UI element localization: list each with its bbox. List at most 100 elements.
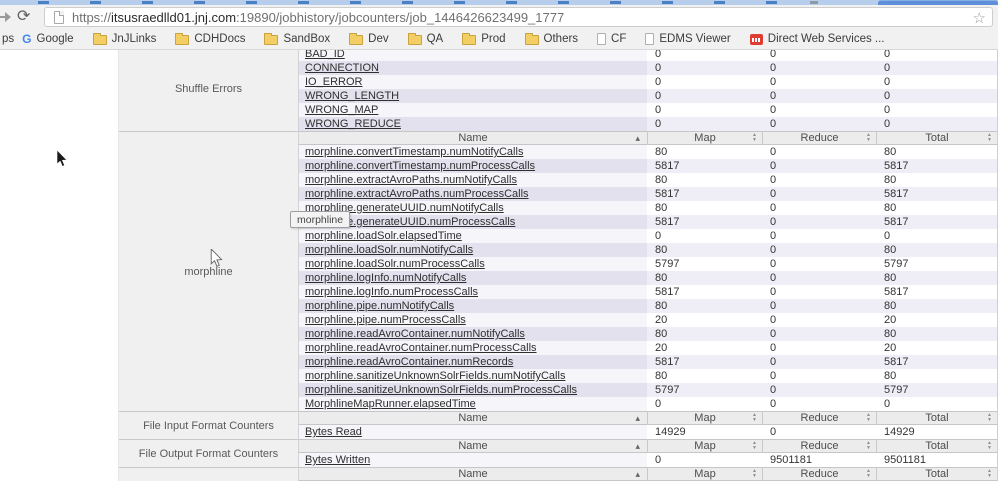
column-header-reduce[interactable]: Reduce▲▼ bbox=[762, 412, 876, 424]
url-text[interactable]: https://itsusraedlld01.jnj.com:19890/job… bbox=[72, 10, 564, 25]
counter-link[interactable]: morphline.extractAvroPaths.numNotifyCall… bbox=[305, 174, 517, 186]
counter-link[interactable]: morphline.convertTimestamp.numNotifyCall… bbox=[305, 146, 523, 158]
column-header-reduce[interactable]: Reduce▲▼ bbox=[762, 440, 876, 452]
reduce-value: 0 bbox=[762, 215, 876, 229]
reduce-value: 0 bbox=[762, 103, 876, 117]
counter-link[interactable]: morphline.loadSolr.numProcessCalls bbox=[305, 258, 485, 270]
browser-toolbar: ⟳ https://itsusraedlld01.jnj.com:19890/j… bbox=[0, 5, 998, 29]
apps-shortcut-partial[interactable]: ps bbox=[2, 33, 14, 45]
counter-link[interactable]: WRONG_LENGTH bbox=[305, 90, 399, 102]
counter-link[interactable]: CONNECTION bbox=[305, 62, 379, 74]
counter-link[interactable]: MorphlineMapRunner.elapsedTime bbox=[305, 398, 476, 410]
column-header-map[interactable]: Map▲▼ bbox=[647, 468, 762, 480]
counter-link[interactable]: BAD_ID bbox=[305, 50, 345, 60]
column-header-name[interactable]: Name▴ bbox=[299, 412, 647, 424]
column-header-name[interactable]: Name▴ bbox=[299, 132, 647, 144]
counter-section-next: Name▴Map▲▼Reduce▲▼Total▲▼ bbox=[119, 467, 997, 481]
bookmark-star-icon[interactable]: ☆ bbox=[973, 9, 986, 27]
column-header-map[interactable]: Map▲▼ bbox=[647, 440, 762, 452]
bookmark-item-cf[interactable]: CF bbox=[597, 33, 626, 45]
counter-link[interactable]: morphline.pipe.numProcessCalls bbox=[305, 314, 466, 326]
counter-link[interactable]: morphline.loadSolr.elapsedTime bbox=[305, 230, 462, 242]
reduce-value: 0 bbox=[762, 397, 876, 411]
forward-button[interactable] bbox=[0, 9, 12, 25]
counter-link[interactable]: morphline.sanitizeUnknownSolrFields.numN… bbox=[305, 370, 565, 382]
column-header-label: Total bbox=[925, 132, 948, 144]
bookmark-item-cdhdocs[interactable]: CDHDocs bbox=[175, 33, 245, 45]
column-header-reduce[interactable]: Reduce▲▼ bbox=[762, 468, 876, 480]
counter-link[interactable]: morphline.readAvroContainer.numRecords bbox=[305, 356, 513, 368]
column-header-total[interactable]: Total▲▼ bbox=[876, 412, 997, 424]
bookmark-item-others[interactable]: Others bbox=[525, 33, 579, 45]
folder-icon bbox=[462, 35, 476, 45]
page-content: Shuffle ErrorsBAD_ID000CONNECTION000IO_E… bbox=[0, 50, 998, 483]
counter-link[interactable]: Bytes Read bbox=[305, 426, 362, 438]
reduce-value: 0 bbox=[762, 313, 876, 327]
bookmark-item-sandbox[interactable]: SandBox bbox=[264, 33, 330, 45]
counter-name-cell: morphline.loadSolr.numProcessCalls bbox=[299, 257, 647, 271]
counter-link[interactable]: Bytes Written bbox=[305, 454, 370, 466]
folder-icon bbox=[264, 35, 278, 45]
column-header-reduce[interactable]: Reduce▲▼ bbox=[762, 132, 876, 144]
map-value: 80 bbox=[647, 173, 762, 187]
table-row: morphline.readAvroContainer.numNotifyCal… bbox=[299, 327, 997, 341]
bookmark-item-edms-viewer[interactable]: EDMS Viewer bbox=[645, 33, 730, 45]
table-row: morphline.convertTimestamp.numNotifyCall… bbox=[299, 145, 997, 159]
counter-link[interactable]: morphline.readAvroContainer.numProcessCa… bbox=[305, 342, 537, 354]
group-label-cell: File Input Format Counters bbox=[119, 411, 299, 439]
map-value: 0 bbox=[647, 75, 762, 89]
red-badge-icon bbox=[750, 34, 763, 45]
column-header-total[interactable]: Total ▲▼ bbox=[876, 440, 997, 452]
browser-window: ⟳ https://itsusraedlld01.jnj.com:19890/j… bbox=[0, 0, 998, 483]
map-value: 5817 bbox=[647, 215, 762, 229]
bookmark-item-qa[interactable]: QA bbox=[408, 33, 444, 45]
counter-name-cell: MorphlineMapRunner.elapsedTime bbox=[299, 397, 647, 411]
reduce-value: 0 bbox=[762, 50, 876, 61]
bookmark-item-jnjlinks[interactable]: JnJLinks bbox=[93, 33, 157, 45]
column-header-total[interactable]: Total▲▼ bbox=[876, 132, 997, 144]
bookmark-item-direct-web-services[interactable]: Direct Web Services ... bbox=[750, 33, 885, 45]
counter-link[interactable]: morphline.convertTimestamp.numProcessCal… bbox=[305, 160, 535, 172]
column-header-name[interactable]: Name▴ bbox=[299, 440, 647, 452]
mouse-cursor-black bbox=[56, 150, 68, 168]
reduce-value: 0 bbox=[762, 173, 876, 187]
folder-icon bbox=[525, 35, 539, 45]
sort-both-icon: ▲▼ bbox=[987, 441, 992, 451]
column-header-label: Total bbox=[925, 412, 948, 424]
table-row: morphline.readAvroContainer.numRecords58… bbox=[299, 355, 997, 369]
column-header-label: Name bbox=[458, 132, 487, 144]
counter-link[interactable]: WRONG_REDUCE bbox=[305, 118, 401, 130]
reload-button[interactable]: ⟳ bbox=[17, 6, 30, 26]
tab-strip-icon bbox=[810, 1, 818, 4]
counter-link[interactable]: morphline.pipe.numNotifyCalls bbox=[305, 300, 454, 312]
counter-link[interactable]: morphline.logInfo.numProcessCalls bbox=[305, 286, 478, 298]
bookmark-label: Google bbox=[37, 33, 74, 45]
bookmark-item-dev[interactable]: Dev bbox=[349, 33, 388, 45]
counter-link[interactable]: morphline.loadSolr.numNotifyCalls bbox=[305, 244, 473, 256]
bookmark-item-prod[interactable]: Prod bbox=[462, 33, 505, 45]
counter-link[interactable]: WRONG_MAP bbox=[305, 104, 378, 116]
map-value: 0 bbox=[647, 397, 762, 411]
total-value: 20 bbox=[876, 341, 997, 355]
google-icon: G bbox=[22, 33, 31, 45]
counter-name-cell: WRONG_REDUCE bbox=[299, 117, 647, 131]
counter-name-cell: morphline.readAvroContainer.numRecords bbox=[299, 355, 647, 369]
counter-link[interactable]: morphline.sanitizeUnknownSolrFields.numP… bbox=[305, 384, 577, 396]
counter-link[interactable]: morphline.extractAvroPaths.numProcessCal… bbox=[305, 188, 529, 200]
counter-link[interactable]: morphline.readAvroContainer.numNotifyCal… bbox=[305, 328, 525, 340]
counter-link[interactable]: morphline.logInfo.numNotifyCalls bbox=[305, 272, 466, 284]
column-header-name[interactable]: Name▴ bbox=[299, 468, 647, 480]
column-header-label: Total bbox=[925, 440, 948, 452]
address-bar[interactable]: https://itsusraedlld01.jnj.com:19890/job… bbox=[44, 7, 993, 27]
reduce-value: 0 bbox=[762, 61, 876, 75]
counter-link[interactable]: IO_ERROR bbox=[305, 76, 362, 88]
column-header-total[interactable]: Total▲▼ bbox=[876, 468, 997, 480]
column-header-map[interactable]: Map▲▼ bbox=[647, 132, 762, 144]
column-header-map[interactable]: Map▲▼ bbox=[647, 412, 762, 424]
table-row: morphline.readAvroContainer.numProcessCa… bbox=[299, 341, 997, 355]
map-value: 80 bbox=[647, 369, 762, 383]
column-header-label: Map bbox=[694, 468, 715, 480]
bookmark-item-google[interactable]: G Google bbox=[22, 33, 73, 45]
sort-both-icon: ▲▼ bbox=[752, 133, 757, 143]
map-value: 20 bbox=[647, 313, 762, 327]
